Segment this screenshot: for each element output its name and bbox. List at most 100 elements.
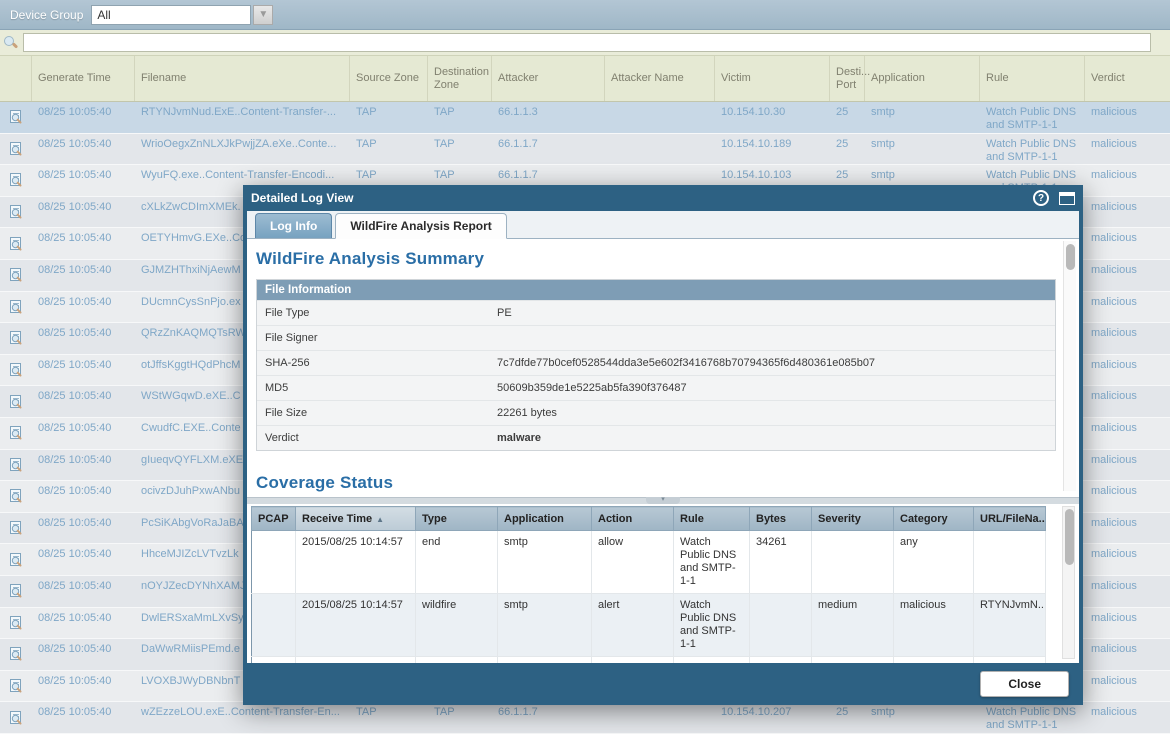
cell-application: smtp — [865, 102, 980, 133]
table-row[interactable]: 08/25 10:05:40RTYNJvmNud.ExE..Content-Tr… — [0, 102, 1170, 134]
help-icon[interactable]: ? — [1033, 190, 1049, 206]
field-label: SHA-256 — [257, 353, 489, 373]
summary-scrollbar[interactable] — [1063, 241, 1076, 491]
log-detail-icon[interactable] — [0, 671, 32, 702]
cell-verdict: malicious — [1085, 671, 1170, 702]
cov-cell-type: end — [416, 531, 498, 594]
cell-application: smtp — [865, 134, 980, 165]
cov-cell-application: smtp — [498, 531, 592, 594]
cov-cell-rule: Watch Public DNS and SMTP-1-1 — [674, 594, 750, 657]
log-filter-input[interactable] — [23, 33, 1151, 52]
cov-header-receive-time[interactable]: Receive Time▲ — [296, 507, 416, 531]
log-detail-icon[interactable] — [0, 608, 32, 639]
log-detail-icon[interactable] — [0, 323, 32, 354]
cell-time: 08/25 10:05:40 — [32, 450, 135, 481]
cov-header-rule[interactable]: Rule — [674, 507, 750, 531]
log-detail-icon[interactable] — [0, 544, 32, 575]
log-detail-icon[interactable] — [0, 386, 32, 417]
table-row[interactable]: 08/25 10:05:40WrioOegxZnNLXJkPwjjZA.eXe.… — [0, 134, 1170, 166]
log-detail-icon[interactable] — [0, 260, 32, 291]
cov-header-action[interactable]: Action — [592, 507, 674, 531]
log-detail-icon[interactable] — [0, 355, 32, 386]
header-victim[interactable]: Victim — [715, 56, 830, 101]
cov-cell-category: malicious — [894, 594, 974, 657]
dropdown-arrow-icon[interactable]: ▼ — [253, 5, 273, 25]
search-icon[interactable] — [3, 35, 19, 51]
log-detail-icon[interactable] — [0, 450, 32, 481]
cov-header-severity[interactable]: Severity — [812, 507, 894, 531]
log-detail-icon[interactable] — [0, 292, 32, 323]
log-detail-icon[interactable] — [0, 228, 32, 259]
cell-time: 08/25 10:05:40 — [32, 513, 135, 544]
cell-verdict: malicious — [1085, 102, 1170, 133]
cov-cell-receive_time: 2015/08/25 10:14:57 — [296, 531, 416, 594]
splitter-collapse-icon[interactable]: ▾ — [646, 497, 680, 504]
header-filename[interactable]: Filename — [135, 56, 350, 101]
log-detail-icon[interactable] — [0, 418, 32, 449]
close-button[interactable]: Close — [980, 671, 1069, 697]
tab-log-info[interactable]: Log Info — [255, 213, 332, 238]
file-type-row: File Type PE — [257, 300, 1055, 325]
coverage-row[interactable]: 2015/08/25 10:14:57wildfiresmtpalertWatc… — [252, 594, 1046, 657]
cov-header-type[interactable]: Type — [416, 507, 498, 531]
scrollbar-thumb[interactable] — [1065, 509, 1074, 565]
field-label: Verdict — [257, 428, 489, 448]
cell-time: 08/25 10:05:40 — [32, 165, 135, 196]
field-value: 7c7dfde77b0cef0528544dda3e5e602f3416768b… — [489, 353, 883, 373]
log-detail-icon[interactable] — [0, 165, 32, 196]
header-attacker-name[interactable]: Attacker Name — [605, 56, 715, 101]
cell-verdict: malicious — [1085, 418, 1170, 449]
log-detail-icon[interactable] — [0, 102, 32, 133]
field-label: File Type — [257, 303, 489, 323]
log-detail-icon[interactable] — [0, 197, 32, 228]
coverage-scrollbar[interactable] — [1062, 506, 1075, 659]
cell-filename: wZEzzeLOU.exE..Content-Transfer-En... — [135, 702, 350, 733]
file-size-row: File Size 22261 bytes — [257, 400, 1055, 425]
header-source-zone[interactable]: Source Zone — [350, 56, 428, 101]
cell-time: 08/25 10:05:40 — [32, 386, 135, 417]
cov-header-application[interactable]: Application — [498, 507, 592, 531]
cell-destination_zone: TAP — [428, 102, 492, 133]
header-destination-port[interactable]: Desti... Port — [830, 56, 865, 101]
cov-cell-rule: Watch Public DNS and SMTP-1-1 — [674, 657, 750, 664]
log-detail-icon[interactable] — [0, 513, 32, 544]
header-attacker[interactable]: Attacker — [492, 56, 605, 101]
table-row[interactable]: 08/25 10:05:40wZEzzeLOU.exE..Content-Tra… — [0, 702, 1170, 734]
log-detail-icon[interactable] — [0, 639, 32, 670]
cov-cell-severity: medium — [812, 594, 894, 657]
cell-time: 08/25 10:05:40 — [32, 608, 135, 639]
log-detail-icon[interactable] — [0, 702, 32, 733]
scrollbar-thumb[interactable] — [1066, 244, 1075, 270]
device-group-select[interactable] — [91, 5, 251, 25]
log-detail-icon[interactable] — [0, 481, 32, 512]
log-detail-icon[interactable] — [0, 576, 32, 607]
tab-wildfire-analysis-report[interactable]: WildFire Analysis Report — [335, 213, 506, 239]
field-label: File Size — [257, 403, 489, 423]
dialog-title-bar[interactable]: Detailed Log View ? — [243, 185, 1083, 211]
cov-cell-severity: low — [812, 657, 894, 664]
coverage-row[interactable]: 2015/08/25 10:14:57endsmtpallowWatch Pub… — [252, 531, 1046, 594]
cell-time: 08/25 10:05:40 — [32, 671, 135, 702]
cell-time: 08/25 10:05:40 — [32, 197, 135, 228]
cell-verdict: malicious — [1085, 323, 1170, 354]
header-destination-zone[interactable]: Destination Zone — [428, 56, 492, 101]
header-application[interactable]: Application — [865, 56, 980, 101]
cov-header-bytes[interactable]: Bytes — [750, 507, 812, 531]
header-generate-time[interactable]: Generate Time — [32, 56, 135, 101]
cov-cell-pcap — [252, 594, 296, 657]
cell-time: 08/25 10:05:40 — [32, 639, 135, 670]
cov-cell-category: any — [894, 531, 974, 594]
cov-header-pcap[interactable]: PCAP — [252, 507, 296, 531]
cov-header-url-filename[interactable]: URL/FileNa... — [974, 507, 1046, 531]
pane-splitter[interactable]: ▾ — [247, 497, 1079, 504]
coverage-row[interactable]: 2015/08/25 10:14:27vulnerabilitysmtpaler… — [252, 657, 1046, 664]
coverage-pane: PCAP Receive Time▲ Type Application Acti… — [247, 504, 1079, 663]
cov-header-category[interactable]: Category — [894, 507, 974, 531]
header-verdict[interactable]: Verdict — [1085, 56, 1170, 101]
header-rule[interactable]: Rule — [980, 56, 1085, 101]
cell-time: 08/25 10:05:40 — [32, 228, 135, 259]
cell-time: 08/25 10:05:40 — [32, 134, 135, 165]
log-detail-icon[interactable] — [0, 134, 32, 165]
cell-verdict: malicious — [1085, 292, 1170, 323]
restore-window-icon[interactable] — [1059, 192, 1075, 205]
